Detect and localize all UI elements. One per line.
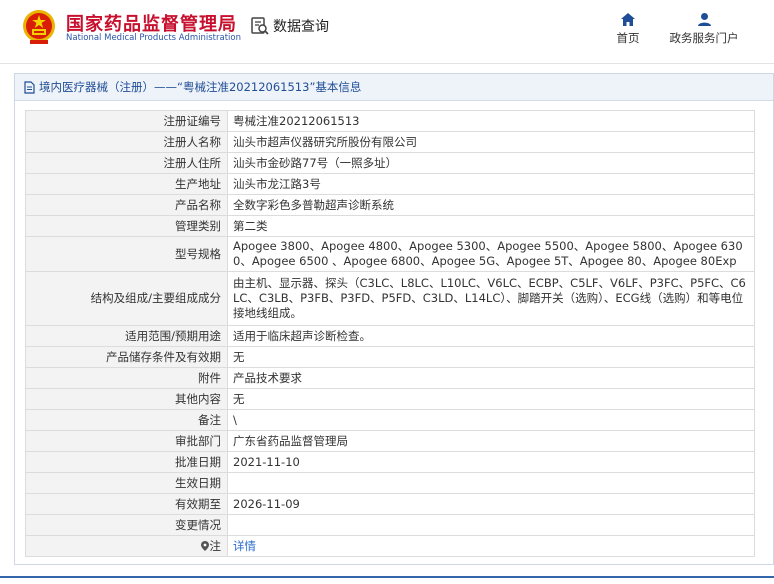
field-label: 有效期至 <box>25 493 228 515</box>
field-value: 汕头市龙江路3号 <box>227 173 755 195</box>
field-value: 2026-11-09 <box>227 493 755 515</box>
field-value: 无 <box>227 346 755 368</box>
header-divider <box>0 63 774 64</box>
footer-divider <box>0 576 774 578</box>
panel-title-bar: 境内医疗器械（注册）——“粤械注准20212061513”基本信息 <box>15 74 773 101</box>
table-row: 批准日期 2021-11-10 <box>25 451 755 473</box>
table-row: 注册人名称 汕头市超声仪器研究所股份有限公司 <box>25 131 755 153</box>
field-label: 生效日期 <box>25 472 228 494</box>
data-query-link[interactable]: 数据查询 <box>250 16 329 36</box>
site-header: 国家药品监督管理局 National Medical Products Admi… <box>0 0 774 62</box>
table-row: 产品名称 全数字彩色多普勒超声诊断系统 <box>25 194 755 216</box>
field-value: 由主机、显示器、探头（C3LC、L8LC、L10LC、V6LC、ECBP、C5L… <box>227 271 755 326</box>
field-label: 备注 <box>25 409 228 431</box>
user-icon <box>697 13 711 26</box>
details-link[interactable]: 详情 <box>233 539 256 553</box>
field-label: 管理类别 <box>25 215 228 237</box>
table-row: 有效期至 2026-11-09 <box>25 493 755 515</box>
data-query-label: 数据查询 <box>273 19 329 35</box>
field-value: 无 <box>227 388 755 410</box>
field-label: 适用范围/预期用途 <box>25 325 228 347</box>
field-label: 批准日期 <box>25 451 228 473</box>
national-emblem-icon <box>23 10 55 44</box>
location-pin-icon <box>200 540 209 551</box>
nav-home[interactable]: 首页 <box>612 12 644 46</box>
field-value: 第二类 <box>227 215 755 237</box>
note-label-text: 注 <box>209 538 222 553</box>
document-icon <box>24 80 35 94</box>
table-row-note: 注 详情 <box>25 535 755 557</box>
org-name-en: National Medical Products Administration <box>66 33 241 43</box>
table-row: 管理类别 第二类 <box>25 215 755 237</box>
nav-home-label: 首页 <box>616 31 640 45</box>
field-value: Apogee 3800、Apogee 4800、Apogee 5300、Apog… <box>227 236 755 272</box>
field-value: 汕头市金砂路77号（一照多址） <box>227 152 755 174</box>
data-search-icon <box>251 17 269 35</box>
panel-title: 境内医疗器械（注册）——“粤械注准20212061513”基本信息 <box>39 80 362 94</box>
field-label: 注册证编号 <box>25 110 228 132</box>
table-row: 其他内容无 <box>25 388 755 410</box>
field-value: 汕头市超声仪器研究所股份有限公司 <box>227 131 755 153</box>
field-label: 产品名称 <box>25 194 228 216</box>
home-icon <box>621 13 635 26</box>
field-label: 变更情况 <box>25 514 228 536</box>
table-row: 注册人住所 汕头市金砂路77号（一照多址） <box>25 152 755 174</box>
nav-service-portal-label: 政务服务门户 <box>669 31 739 45</box>
table-row: 产品储存条件及有效期无 <box>25 346 755 368</box>
table-row: 变更情况 <box>25 514 755 536</box>
field-value: 产品技术要求 <box>227 367 755 389</box>
field-value: 全数字彩色多普勒超声诊断系统 <box>227 194 755 216</box>
table-row: 生效日期 <box>25 472 755 494</box>
nav-service-portal[interactable]: 政务服务门户 <box>664 12 744 46</box>
table-row: 结构及组成/主要组成成分 由主机、显示器、探头（C3LC、L8LC、L10LC、V… <box>25 271 755 326</box>
field-label: 附件 <box>25 367 228 389</box>
device-info-panel: 境内医疗器械（注册）——“粤械注准20212061513”基本信息 注册证编号粤… <box>14 73 774 565</box>
field-value: \ <box>227 409 755 431</box>
table-row: 型号规格 Apogee 3800、Apogee 4800、Apogee 5300、… <box>25 236 755 272</box>
field-label: 产品储存条件及有效期 <box>25 346 228 368</box>
device-info-table: 注册证编号 粤械注准20212061513 注册人名称 汕头市超声仪器研究所股份有限… <box>25 110 755 557</box>
field-value: 2021-11-10 <box>227 451 755 473</box>
field-value: 广东省药品监督管理局 <box>227 430 755 452</box>
field-label: 型号规格 <box>25 236 228 272</box>
field-label: 其他内容 <box>25 388 228 410</box>
field-label: 注册人名称 <box>25 131 228 153</box>
table-row: 备注 \ <box>25 409 755 431</box>
table-row: 审批部门 广东省药品监督管理局 <box>25 430 755 452</box>
table-row: 附件 产品技术要求 <box>25 367 755 389</box>
note-label: 注 <box>25 535 228 557</box>
field-label: 生产地址 <box>25 173 228 195</box>
table-row: 注册证编号 粤械注准20212061513 <box>25 110 755 132</box>
field-label: 注册人住所 <box>25 152 228 174</box>
field-value <box>227 472 755 494</box>
table-row: 生产地址 汕头市龙江路3号 <box>25 173 755 195</box>
table-row: 适用范围/预期用途 适用于临床超声诊断检查。 <box>25 325 755 347</box>
field-value: 粤械注准20212061513 <box>227 110 755 132</box>
field-value: 适用于临床超声诊断检查。 <box>227 325 755 347</box>
field-value <box>227 514 755 536</box>
note-value: 详情 <box>227 535 755 557</box>
field-label: 审批部门 <box>25 430 228 452</box>
field-label: 结构及组成/主要组成成分 <box>25 271 228 326</box>
